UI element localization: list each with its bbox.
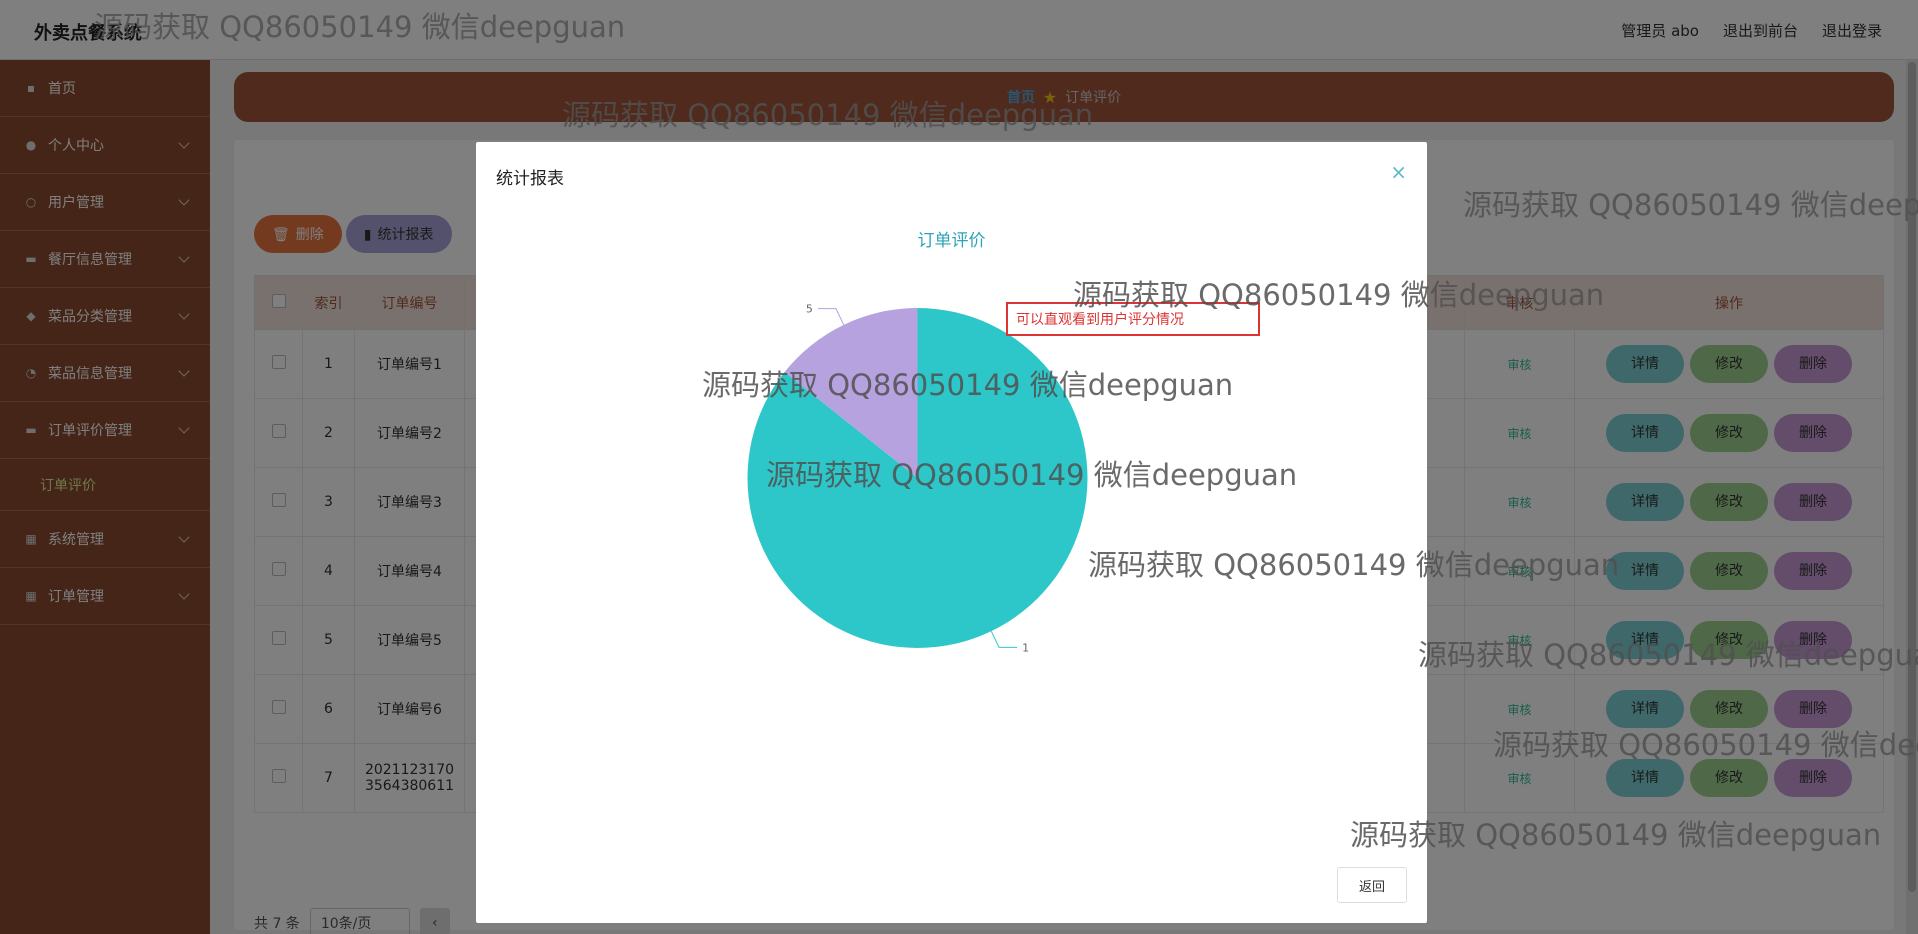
- pie-label: 5: [806, 303, 813, 316]
- pie-label-line: [990, 630, 1018, 648]
- annotation-note: 可以直观看到用户评分情况: [1006, 302, 1260, 336]
- pie-chart: 15: [747, 303, 1088, 654]
- pie-label-line: [817, 308, 845, 326]
- stats-modal: 统计报表 × 订单评价 15 可以直观看到用户评分情况 返回: [476, 142, 1427, 923]
- pie-label: 1: [1022, 641, 1029, 654]
- back-button[interactable]: 返回: [1337, 867, 1407, 903]
